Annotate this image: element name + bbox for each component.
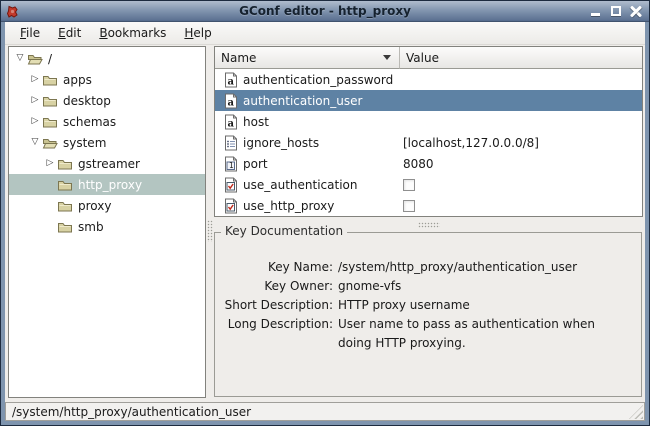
tree-item-gstreamer[interactable]: ▷ gstreamer <box>9 153 205 174</box>
string-type-icon <box>223 93 239 109</box>
titlebar[interactable]: GConf editor - http_proxy <box>1 1 649 22</box>
key-row-ignore-hosts[interactable]: ignore_hosts [localhost,127.0.0.0/8] <box>215 132 642 153</box>
tree-item-label: gstreamer <box>75 157 140 171</box>
expander-collapsed-icon[interactable]: ▷ <box>43 153 57 174</box>
maximize-icon[interactable] <box>608 4 624 19</box>
folder-icon <box>57 177 75 193</box>
tree-item-label: / <box>45 52 52 66</box>
tree-item-label: system <box>60 136 106 150</box>
folder-icon <box>57 156 75 172</box>
column-header-value[interactable]: Value <box>400 47 642 69</box>
documentation-fields: Key Name: /system/http_proxy/authenticat… <box>215 258 641 353</box>
splitter-grip-icon[interactable] <box>207 220 213 242</box>
tree-item-desktop[interactable]: ▷ desktop <box>9 90 205 111</box>
tree-item-system[interactable]: ▽ system <box>9 132 205 153</box>
tree-item-label: desktop <box>60 94 111 108</box>
folder-icon <box>42 93 60 109</box>
folder-icon <box>42 72 60 88</box>
client-area: File Edit Bookmarks Help ▽ / ▷ apps ▷ <box>5 22 645 421</box>
open-folder-icon <box>42 135 60 151</box>
right-pane: Name Value authentication_password <box>214 46 643 398</box>
frame-legend: Key Documentation <box>221 224 347 238</box>
doc-field-label: Key Name: <box>215 258 333 277</box>
doc-long-description: User name to pass as authentication when… <box>338 315 630 353</box>
tree-item-root[interactable]: ▽ / <box>9 48 205 69</box>
menu-bookmarks[interactable]: Bookmarks <box>90 23 175 43</box>
key-list-header: Name Value <box>215 47 642 69</box>
key-documentation-frame: Key Documentation Key Name: /system/http… <box>214 232 642 397</box>
tree-item-proxy[interactable]: proxy <box>9 195 205 216</box>
gconf-app-icon <box>6 5 19 18</box>
expander-collapsed-icon[interactable]: ▷ <box>28 111 42 132</box>
folder-icon <box>42 114 60 130</box>
expander-expanded-icon[interactable]: ▽ <box>13 48 27 69</box>
tree-item-smb[interactable]: smb <box>9 216 205 237</box>
doc-field-label: Short Description: <box>215 296 333 315</box>
doc-key-name: /system/http_proxy/authentication_user <box>338 258 630 277</box>
tree-item-label: smb <box>75 220 104 234</box>
sort-descending-icon <box>383 55 391 60</box>
menu-help[interactable]: Help <box>175 23 220 43</box>
doc-field-label: Key Owner: <box>215 277 333 296</box>
key-row-port[interactable]: port 8080 <box>215 153 642 174</box>
doc-key-owner: gnome-vfs <box>338 277 630 296</box>
expander-collapsed-icon[interactable]: ▷ <box>28 69 42 90</box>
key-row-authentication-user[interactable]: authentication_user <box>215 90 642 111</box>
main-area: ▽ / ▷ apps ▷ desktop ▷ schemas <box>5 45 645 401</box>
tree-item-schemas[interactable]: ▷ schemas <box>9 111 205 132</box>
doc-field-label: Long Description: <box>215 315 333 353</box>
open-folder-icon <box>27 51 45 67</box>
menu-bar: File Edit Bookmarks Help <box>5 22 645 45</box>
boolean-type-icon <box>223 198 239 214</box>
key-list: Name Value authentication_password <box>214 46 643 217</box>
config-tree: ▽ / ▷ apps ▷ desktop ▷ schemas <box>8 46 206 398</box>
close-icon[interactable] <box>628 4 644 19</box>
tree-item-label: apps <box>60 73 92 87</box>
expander-expanded-icon[interactable]: ▽ <box>28 132 42 153</box>
value-checkbox-unchecked[interactable] <box>403 179 415 191</box>
tree-item-apps[interactable]: ▷ apps <box>9 69 205 90</box>
menu-file[interactable]: File <box>11 23 49 43</box>
tree-item-label: http_proxy <box>75 178 142 192</box>
list-type-icon <box>223 135 239 151</box>
status-bar: /system/http_proxy/authentication_user <box>5 402 645 421</box>
minimize-icon[interactable] <box>588 4 604 19</box>
integer-type-icon <box>223 156 239 172</box>
splitter-grip-icon[interactable] <box>418 222 440 228</box>
column-header-name[interactable]: Name <box>215 47 400 69</box>
menu-edit[interactable]: Edit <box>49 23 90 43</box>
key-row-host[interactable]: host <box>215 111 642 132</box>
doc-short-description: HTTP proxy username <box>338 296 630 315</box>
gconf-editor-window: GConf editor - http_proxy File Edit Book… <box>0 0 650 426</box>
boolean-type-icon <box>223 177 239 193</box>
tree-item-http-proxy[interactable]: http_proxy <box>9 174 205 195</box>
tree-item-label: proxy <box>75 199 111 213</box>
string-type-icon <box>223 72 239 88</box>
status-text: /system/http_proxy/authentication_user <box>12 405 251 419</box>
value-checkbox-unchecked[interactable] <box>403 200 415 212</box>
resize-grip-icon[interactable] <box>629 405 643 419</box>
vertical-splitter[interactable] <box>206 46 214 398</box>
folder-icon <box>57 198 75 214</box>
string-type-icon <box>223 114 239 130</box>
folder-icon <box>57 219 75 235</box>
key-row-use-authentication[interactable]: use_authentication <box>215 174 642 195</box>
expander-collapsed-icon[interactable]: ▷ <box>28 90 42 111</box>
window-title: GConf editor - http_proxy <box>1 4 649 18</box>
tree-item-label: schemas <box>60 115 116 129</box>
key-row-use-http-proxy[interactable]: use_http_proxy <box>215 195 642 216</box>
key-row-authentication-password[interactable]: authentication_password <box>215 69 642 90</box>
